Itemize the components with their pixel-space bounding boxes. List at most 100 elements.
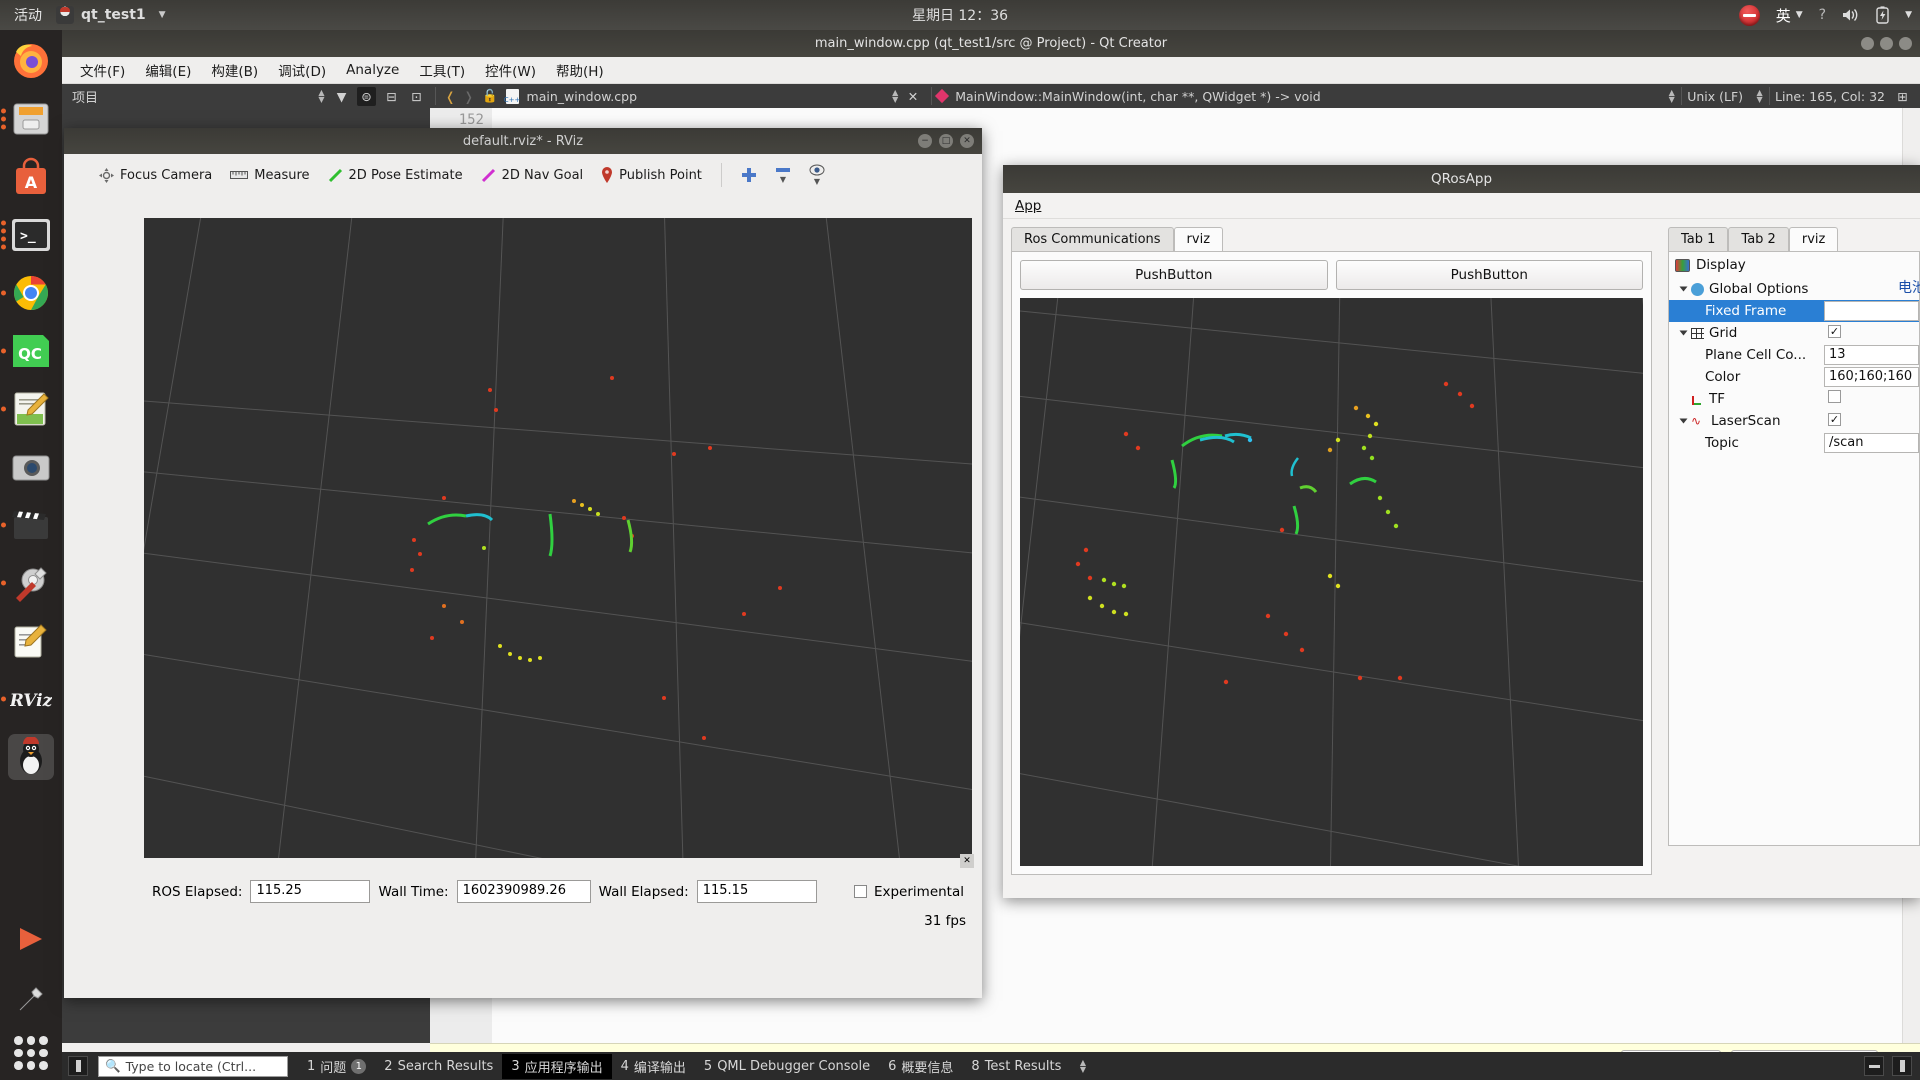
tab-rviz[interactable]: rviz <box>1173 227 1224 251</box>
rviz-tool-views[interactable]: ▼ <box>800 160 834 190</box>
dock-item-text-editor[interactable] <box>1 386 54 432</box>
dock-item-firefox[interactable] <box>8 38 54 84</box>
line-ending-selector[interactable]: Unix (LF) <box>1687 89 1743 104</box>
link-icon[interactable]: ⊜ <box>357 86 376 106</box>
chevron-right-icon[interactable] <box>1679 418 1688 424</box>
minimize-button[interactable] <box>1861 37 1874 50</box>
rviz-tool-focus-camera[interactable]: Focus Camera <box>90 164 221 187</box>
display-row-plane-cell-count[interactable]: Plane Cell Co... 13 <box>1669 344 1919 366</box>
ime-indicator[interactable]: 英 ▼ <box>1776 5 1803 26</box>
wall-elapsed-value[interactable]: 115.15 <box>696 880 817 903</box>
display-row-grid[interactable]: Grid ✓ <box>1669 322 1919 344</box>
chevron-down-icon[interactable]: ▼ <box>780 175 786 184</box>
experimental-checkbox[interactable] <box>853 885 867 898</box>
rviz-tool-publish-point[interactable]: Publish Point <box>592 163 711 187</box>
menu-file[interactable]: 文件(F) <box>80 60 125 80</box>
tab-ros-communications[interactable]: Ros Communications <box>1011 227 1174 251</box>
dock-item-chrome[interactable] <box>1 270 54 316</box>
chevron-down-icon[interactable]: ▼ <box>814 177 820 186</box>
dock-item-video[interactable] <box>1 502 54 548</box>
tab-rviz-display[interactable]: rviz <box>1788 227 1839 251</box>
dock-item-software[interactable]: A <box>8 154 54 200</box>
ros-elapsed-value[interactable]: 115.25 <box>250 880 371 903</box>
toggle-right-sidebar-button[interactable] <box>1892 1056 1912 1076</box>
do-not-disturb-icon[interactable] <box>1738 4 1760 26</box>
open-file-name[interactable]: main_window.cpp <box>527 89 637 104</box>
symbol-selector[interactable]: MainWindow::MainWindow(int, char **, QWi… <box>947 89 1667 104</box>
help-icon[interactable]: ? <box>1819 7 1826 23</box>
locator-input[interactable]: 🔍 Type to locate (Ctrl... <box>98 1055 288 1077</box>
dock-item-tool[interactable] <box>8 976 54 1022</box>
clock[interactable]: 星期日 12：36 <box>912 5 1008 25</box>
menu-build[interactable]: 构建(B) <box>211 60 258 80</box>
tab-tab1[interactable]: Tab 1 <box>1668 227 1729 251</box>
plane-cell-count-value[interactable]: 13 <box>1824 345 1919 365</box>
symbol-dropdown-icon[interactable]: ▲ ▼ <box>1667 89 1676 104</box>
display-row-fixed-frame[interactable]: Fixed Frame laser <box>1669 300 1919 322</box>
menu-edit[interactable]: 编辑(E) <box>145 60 191 80</box>
battery-icon[interactable] <box>1876 6 1889 24</box>
dock-item-ros-tux[interactable] <box>8 734 54 780</box>
grid-enabled-checkbox[interactable]: ✓ <box>1828 325 1841 338</box>
nav-forward-icon[interactable]: ❭ <box>463 89 473 104</box>
maximize-button[interactable] <box>1880 37 1893 50</box>
minimize-button[interactable]: − <box>918 134 932 148</box>
volume-icon[interactable] <box>1842 7 1860 23</box>
maximize-button[interactable]: □ <box>939 134 953 148</box>
menu-analyze[interactable]: Analyze <box>346 62 399 78</box>
close-button[interactable]: ✕ <box>960 134 974 148</box>
menu-debug[interactable]: 调试(D) <box>278 60 326 80</box>
current-app-menu[interactable]: qt_test1 ▼ <box>56 6 166 24</box>
nav-back-icon[interactable]: ❬ <box>445 89 455 104</box>
spinner-icon[interactable]: ▲ ▼ <box>317 89 326 104</box>
line-ending-dropdown-icon[interactable]: ▲ ▼ <box>1755 89 1764 104</box>
activities-button[interactable]: 活动 <box>0 5 56 25</box>
tab-tab2[interactable]: Tab 2 <box>1728 227 1789 251</box>
rviz-tool-2d-nav-goal[interactable]: 2D Nav Goal <box>472 164 593 187</box>
close-file-icon[interactable]: ✕ <box>900 89 926 104</box>
output-pane-issues[interactable]: 1 问题 1 <box>298 1054 375 1079</box>
output-pane-general-messages[interactable]: 6 概要信息 <box>879 1054 962 1079</box>
display-row-color[interactable]: Color 160;160;160 <box>1669 366 1919 388</box>
pushbutton-1[interactable]: PushButton <box>1020 260 1328 290</box>
pushbutton-2[interactable]: PushButton <box>1335 260 1643 290</box>
display-row-global-options[interactable]: Global Options <box>1669 278 1919 300</box>
lock-icon[interactable]: 🔓 <box>482 88 498 104</box>
topic-value[interactable]: /scan <box>1824 433 1919 453</box>
dock-item-notes[interactable] <box>8 618 54 664</box>
menu-help[interactable]: 帮助(H) <box>556 60 604 80</box>
dock-item-files[interactable] <box>1 96 54 142</box>
chevron-down-icon[interactable]: ▼ <box>1905 10 1912 20</box>
dock-item-qtcreator[interactable]: QC <box>1 328 54 374</box>
output-pane-search-results[interactable]: 2 Search Results <box>375 1056 502 1077</box>
split-editor-icon[interactable]: ⊞ <box>1893 87 1912 106</box>
output-pane-dropdown-icon[interactable]: ▲ ▼ <box>1078 1059 1087 1074</box>
rviz-3d-view[interactable] <box>144 218 972 858</box>
menu-window[interactable]: 控件(W) <box>485 60 536 80</box>
tf-enabled-checkbox[interactable] <box>1828 390 1841 403</box>
file-dropdown-icon[interactable]: ▲ ▼ <box>891 89 900 104</box>
rviz-tool-2d-pose-estimate[interactable]: 2D Pose Estimate <box>319 164 472 187</box>
output-pane-test-results[interactable]: 8 Test Results <box>962 1056 1070 1077</box>
grid-color-value[interactable]: 160;160;160 <box>1824 367 1919 387</box>
close-icon[interactable]: ✕ <box>960 854 974 868</box>
rviz-tool-measure[interactable]: Measure <box>221 164 318 187</box>
minimize-output-pane-button[interactable] <box>1864 1056 1884 1076</box>
split-icon[interactable]: ⊟ <box>382 87 401 106</box>
display-row-topic[interactable]: Topic /scan <box>1669 432 1919 454</box>
rviz-tool-add-view[interactable] <box>732 163 766 187</box>
close-pane-icon[interactable]: ⊡ <box>407 87 426 106</box>
menu-app[interactable]: App <box>1015 198 1041 214</box>
output-pane-compile-output[interactable]: 4 编译输出 <box>612 1054 695 1079</box>
filter-icon[interactable]: ▼ <box>332 87 351 106</box>
output-pane-qml-debugger-console[interactable]: 5 QML Debugger Console <box>695 1056 879 1077</box>
output-pane-application-output[interactable]: 3 应用程序输出 <box>502 1053 612 1079</box>
menu-tools[interactable]: 工具(T) <box>419 60 465 80</box>
chevron-right-icon[interactable] <box>1679 286 1688 292</box>
show-applications-button[interactable] <box>14 1036 48 1070</box>
toggle-sidebar-button[interactable] <box>68 1056 88 1076</box>
qrosapp-rviz-view[interactable] <box>1020 298 1643 866</box>
fixed-frame-value[interactable]: laser <box>1824 301 1919 321</box>
chevron-right-icon[interactable] <box>1679 330 1688 336</box>
dock-item-settings[interactable] <box>1 560 54 606</box>
